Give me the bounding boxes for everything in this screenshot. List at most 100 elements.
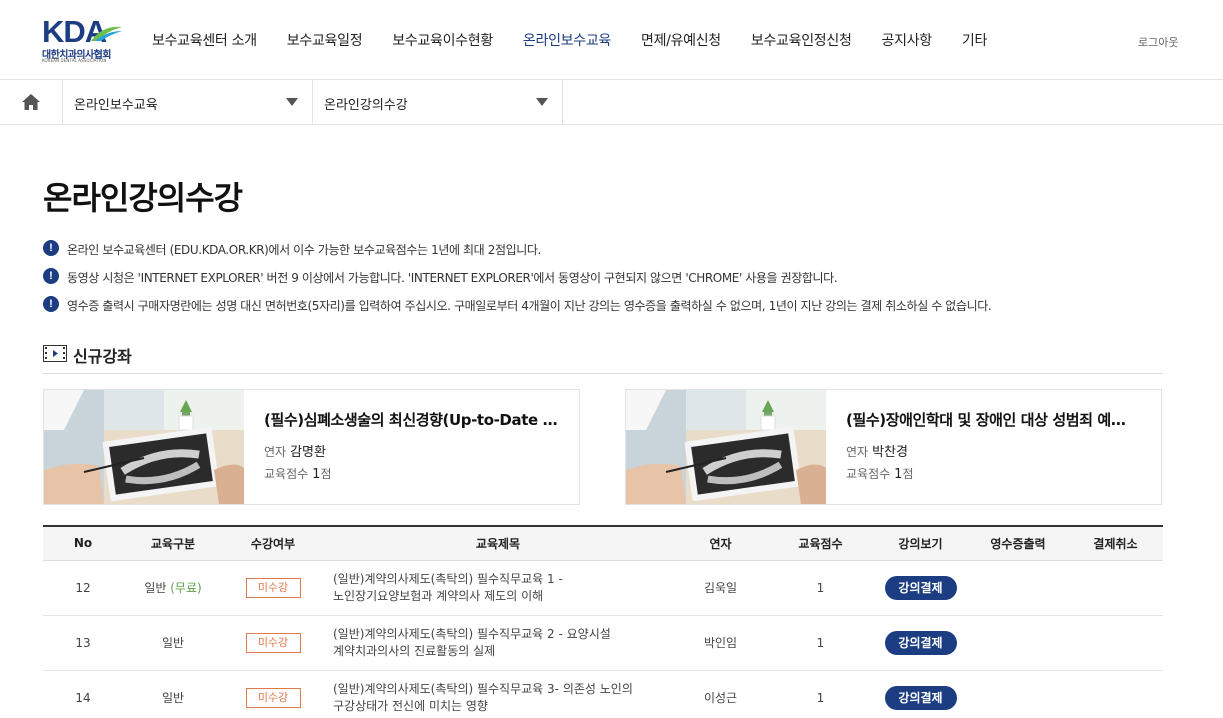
cell-view: 강의결제 — [873, 670, 968, 718]
exclamation-icon: ! — [43, 296, 59, 312]
course-score: 교육점수 1점 — [846, 465, 914, 482]
col-header-view: 강의보기 — [873, 525, 968, 561]
nav-item-exemption[interactable]: 면제/유예신청 — [626, 30, 736, 50]
home-icon — [22, 94, 40, 110]
course-table: No 교육구분 수강여부 교육제목 연자 교육점수 강의보기 영수증출력 결제취… — [43, 525, 1163, 718]
category-label: 일반 — [144, 581, 167, 595]
cell-score: 1 — [768, 560, 873, 616]
cell-no: 14 — [43, 670, 123, 718]
cell-view: 강의결제 — [873, 615, 968, 671]
table-row: 12 일반 (무료) 미수강 (일반)계약의사제도(촉탁의) 필수직무교육 1 … — [43, 560, 1163, 616]
col-header-category: 교육구분 — [123, 525, 223, 561]
free-label: (무료) — [170, 581, 202, 595]
cell-receipt — [968, 615, 1068, 671]
home-button[interactable] — [0, 80, 63, 124]
logout-link[interactable]: 로그아웃 — [1138, 34, 1178, 50]
logo-swoosh-icon — [91, 26, 122, 41]
table-row: 13 일반 미수강 (일반)계약의사제도(촉탁의) 필수직무교육 2 - 요양시… — [43, 615, 1163, 671]
cell-lecturer: 이성근 — [673, 670, 768, 718]
cell-status: 미수강 — [223, 670, 323, 718]
status-badge: 미수강 — [245, 577, 301, 598]
table-row: 14 일반 미수강 (일반)계약의사제도(촉탁의) 필수직무교육 3- 의존성 … — [43, 670, 1163, 718]
course-lecturer: 연자 감명환 — [264, 441, 326, 460]
cell-receipt — [968, 560, 1068, 616]
course-thumbnail — [626, 390, 826, 504]
title-line: (일반)계약의사제도(촉탁의) 필수직무교육 3- 의존성 노인의 — [333, 681, 633, 696]
location-select-depth1[interactable]: 온라인보수교육 — [63, 80, 313, 124]
score-unit: 점 — [320, 467, 332, 481]
lecturer-label: 연자 — [264, 445, 287, 459]
course-title[interactable]: (필수)장애인학대 및 장애인 대상 성범죄 예… — [846, 409, 1142, 430]
title-line: 노인장기요양보험과 계약의사 제도의 이해 — [333, 588, 544, 603]
title-line: 구강상태가 전신에 미치는 영향 — [333, 698, 488, 713]
section-title: 신규강좌 — [73, 347, 132, 366]
course-title[interactable]: (필수)심폐소생술의 최신경향(Up-to-Date … — [264, 409, 560, 430]
cell-status: 미수강 — [223, 560, 323, 616]
title-line: 계약치과의사의 진료활동의 실제 — [333, 643, 496, 658]
pay-lecture-button[interactable]: 강의결제 — [884, 630, 957, 655]
logo-english-name: KOREAN DENTAL ASSOCIATION — [42, 58, 107, 63]
lecturer-name: 감명환 — [290, 445, 326, 460]
cell-title[interactable]: (일반)계약의사제도(촉탁의) 필수직무교육 1 - 노인장기요양보험과 계약의사… — [323, 560, 673, 616]
col-header-title: 교육제목 — [323, 525, 673, 561]
pay-lecture-button[interactable]: 강의결제 — [884, 575, 957, 600]
score-unit: 점 — [902, 467, 914, 481]
cell-view: 강의결제 — [873, 560, 968, 616]
new-courses-header: 신규강좌 — [43, 343, 1163, 374]
cell-lecturer: 박인임 — [673, 615, 768, 671]
exclamation-icon: ! — [43, 240, 59, 256]
category-label: 일반 — [161, 636, 185, 650]
course-card[interactable]: (필수)장애인학대 및 장애인 대상 성범죄 예… 연자 박찬경 교육점수 1점 — [625, 389, 1162, 505]
status-badge: 미수강 — [245, 632, 301, 653]
col-header-no: No — [43, 525, 123, 561]
nav-item-center-intro[interactable]: 보수교육센터 소개 — [137, 30, 272, 50]
location-select-depth1-label: 온라인보수교육 — [74, 98, 158, 113]
cell-receipt — [968, 670, 1068, 718]
cell-no: 12 — [43, 560, 123, 616]
nav-item-online-education[interactable]: 온라인보수교육 — [508, 30, 626, 50]
nav-item-completion-status[interactable]: 보수교육이수현황 — [377, 30, 508, 50]
title-line: (일반)계약의사제도(촉탁의) 필수직무교육 2 - 요양시설 — [333, 626, 611, 641]
course-thumbnail — [44, 390, 244, 504]
table-header-row: No 교육구분 수강여부 교육제목 연자 교육점수 강의보기 영수증출력 결제취… — [43, 525, 1163, 561]
course-card[interactable]: (필수)심폐소생술의 최신경향(Up-to-Date … 연자 감명환 교육점수 1… — [43, 389, 580, 505]
location-bar: 온라인보수교육 온라인강의수강 — [0, 80, 1223, 125]
video-film-icon — [43, 345, 67, 362]
location-select-depth2-label: 온라인강의수강 — [324, 98, 408, 113]
cell-category: 일반 (무료) — [123, 560, 223, 616]
nav-item-etc[interactable]: 기타 — [947, 30, 1002, 50]
cell-title[interactable]: (일반)계약의사제도(촉탁의) 필수직무교육 2 - 요양시설계약치과의사의 진… — [323, 615, 673, 671]
cell-cancel — [1068, 560, 1163, 616]
title-line: (일반)계약의사제도(촉탁의) 필수직무교육 1 - — [333, 571, 563, 586]
kda-logo[interactable]: KDA 대한치과의사협회 KOREAN DENTAL ASSOCIATION — [42, 16, 124, 63]
nav-item-schedule[interactable]: 보수교육일정 — [272, 30, 377, 50]
nav-item-notices[interactable]: 공지사항 — [867, 30, 947, 50]
col-header-receipt: 영수증출력 — [968, 525, 1068, 561]
status-badge: 미수강 — [245, 687, 301, 708]
location-select-depth2[interactable]: 온라인강의수강 — [313, 80, 563, 124]
main-nav: 보수교육센터 소개 보수교육일정 보수교육이수현황 온라인보수교육 면제/유예신… — [137, 30, 1002, 50]
course-lecturer: 연자 박찬경 — [846, 441, 908, 460]
col-header-cancel: 결제취소 — [1068, 525, 1163, 561]
cell-category: 일반 — [123, 670, 223, 718]
pay-lecture-button[interactable]: 강의결제 — [884, 685, 957, 710]
score-label: 교육점수 — [264, 467, 309, 481]
cell-status: 미수강 — [223, 615, 323, 671]
cell-cancel — [1068, 670, 1163, 718]
lecturer-label: 연자 — [846, 445, 869, 459]
caret-down-icon — [536, 98, 548, 106]
cell-score: 1 — [768, 670, 873, 718]
exclamation-icon: ! — [43, 268, 59, 284]
notice-text: 영수증 출력시 구매자명란에는 성명 대신 면허번호(5자리)를 입력하여 주십… — [67, 299, 992, 313]
col-header-lecturer: 연자 — [673, 525, 768, 561]
cell-cancel — [1068, 615, 1163, 671]
page-title: 온라인강의수강 — [43, 179, 243, 217]
cell-category: 일반 — [123, 615, 223, 671]
caret-down-icon — [286, 98, 298, 106]
cell-score: 1 — [768, 615, 873, 671]
cell-title[interactable]: (일반)계약의사제도(촉탁의) 필수직무교육 3- 의존성 노인의구강상태가 전… — [323, 670, 673, 718]
course-score: 교육점수 1점 — [264, 465, 332, 482]
notice-text: 온라인 보수교육센터 (EDU.KDA.OR.KR)에서 이수 가능한 보수교육… — [67, 243, 541, 257]
notice-text: 동영상 시청은 'INTERNET EXPLORER' 버전 9 이상에서 가능… — [67, 271, 838, 285]
nav-item-accreditation[interactable]: 보수교육인정신청 — [736, 30, 867, 50]
